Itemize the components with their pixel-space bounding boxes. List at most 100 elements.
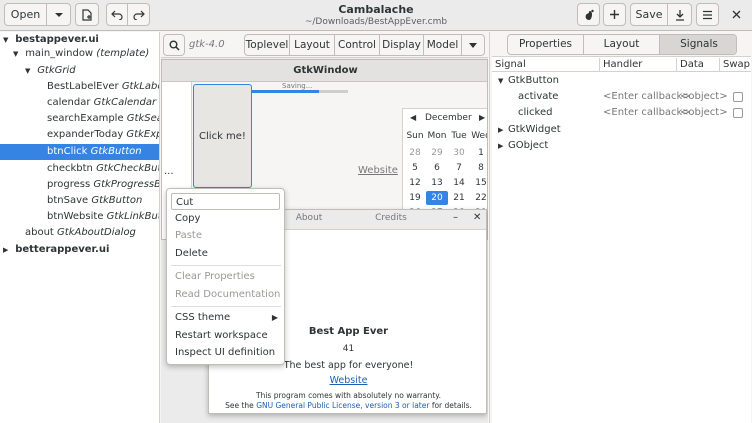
add-button[interactable] xyxy=(603,3,626,26)
undo-button[interactable] xyxy=(106,3,128,26)
redo-button[interactable] xyxy=(128,3,150,26)
chevron-down-icon xyxy=(469,42,477,48)
signal-row[interactable]: clicked <Enter callback> <object> xyxy=(492,105,751,121)
tab-signals[interactable]: Signals xyxy=(660,35,736,54)
signal-name: GtkWidget xyxy=(508,124,561,135)
calendar-day[interactable]: 21 xyxy=(448,191,470,205)
open-button[interactable]: Open xyxy=(4,3,47,26)
tree-row[interactable]: BestLabelEver GtkLabel xyxy=(0,79,159,95)
close-window-button[interactable] xyxy=(725,3,747,26)
tree-row[interactable]: ▶ betterappever.ui xyxy=(0,242,159,258)
menu-item-restart-workspace[interactable]: Restart workspace xyxy=(167,327,286,344)
website-link-button[interactable]: Website xyxy=(358,165,398,176)
prev-month-icon[interactable]: ◀ xyxy=(410,113,416,122)
calendar-day[interactable]: 19 xyxy=(404,191,426,205)
open-menu-button[interactable] xyxy=(47,3,71,26)
about-tab-about[interactable]: About xyxy=(279,213,339,223)
click-me-button[interactable]: Click me! xyxy=(193,84,252,188)
data-field[interactable]: <object> xyxy=(680,105,728,121)
export-button[interactable] xyxy=(668,3,692,26)
menu-item-copy[interactable]: Copy xyxy=(167,210,286,227)
tree-row[interactable]: searchExample GtkSearch xyxy=(0,111,159,127)
close-icon xyxy=(732,10,741,19)
swap-checkbox[interactable] xyxy=(733,92,743,102)
calendar-day-of-week: Sun xyxy=(406,131,424,141)
tree-row[interactable]: btnWebsite GtkLinkButto xyxy=(0,209,159,225)
signal-group-row[interactable]: ▼ GtkButton xyxy=(492,73,751,89)
menu-item-clear-properties[interactable]: Clear Properties xyxy=(167,268,286,285)
calendar-day[interactable]: 5 xyxy=(404,161,426,175)
expand-arrow-icon[interactable]: ▶ xyxy=(498,138,508,154)
close-icon[interactable]: ✕ xyxy=(473,212,481,223)
tabs-more-button[interactable] xyxy=(462,34,485,56)
signal-row[interactable]: activate <Enter callback> <object> xyxy=(492,89,751,105)
search-button[interactable] xyxy=(163,34,185,56)
tree-row[interactable]: progress GtkProgressBar xyxy=(0,177,159,193)
tree-row[interactable]: ▼ GtkGrid xyxy=(0,63,159,79)
license-link[interactable]: GNU General Public License, version 3 or… xyxy=(256,401,429,410)
tab-toplevel[interactable]: Toplevel xyxy=(244,34,290,56)
next-month-icon[interactable]: ▶ xyxy=(479,113,485,122)
minimize-icon[interactable]: – xyxy=(453,212,458,223)
tab-model[interactable]: Model xyxy=(424,34,462,56)
calendar-day[interactable]: 14 xyxy=(448,176,470,190)
menu-item-inspect-ui[interactable]: Inspect UI definition xyxy=(167,344,286,361)
about-license: See the GNU General Public License, vers… xyxy=(209,401,486,410)
tree-row[interactable]: checkbtn GtkCheckButton xyxy=(0,161,159,177)
column-handler[interactable]: Handler xyxy=(600,58,677,72)
gtk-window-title: GtkWindow xyxy=(162,60,487,82)
column-signal[interactable]: Signal xyxy=(492,58,600,72)
expand-arrow-icon[interactable]: ▼ xyxy=(13,46,22,62)
signal-group-row[interactable]: ▶ GtkWidget xyxy=(492,122,751,138)
tree-row[interactable]: about GtkAboutDialog xyxy=(0,225,159,241)
tab-layout[interactable]: Layout xyxy=(290,34,335,56)
menu-item-delete[interactable]: Delete xyxy=(167,245,286,262)
new-file-button[interactable] xyxy=(75,3,99,26)
handler-field[interactable]: <Enter callback> xyxy=(603,89,691,105)
signals-header: Signal Handler Data Swap xyxy=(492,57,751,72)
menu-item-read-documentation[interactable]: Read Documentation xyxy=(167,286,286,303)
tree-row[interactable]: expanderToday GtkExpan xyxy=(0,127,159,143)
expand-arrow-icon[interactable]: ▶ xyxy=(498,122,508,138)
tree-row-label: main_window xyxy=(25,48,97,59)
expand-arrow-icon[interactable]: ▶ xyxy=(3,242,12,258)
calendar-day[interactable]: 7 xyxy=(448,161,470,175)
tab-layout[interactable]: Layout xyxy=(584,35,660,54)
tree-row-selected[interactable]: btnClick GtkButton xyxy=(0,144,159,160)
tab-display[interactable]: Display xyxy=(380,34,424,56)
gnome-button[interactable] xyxy=(577,3,600,26)
calendar-day[interactable]: 12 xyxy=(404,176,426,190)
tree-row[interactable]: ▼ main_window (template) xyxy=(0,46,159,62)
main-menu-button[interactable] xyxy=(696,3,719,26)
calendar-day[interactable]: 1 xyxy=(470,146,487,160)
calendar-day[interactable]: 22 xyxy=(470,191,487,205)
about-website-link[interactable]: Website xyxy=(209,375,486,386)
menu-item-paste[interactable]: Paste xyxy=(167,227,286,244)
signal-group-row[interactable]: ▶ GObject xyxy=(492,138,751,154)
swap-checkbox[interactable] xyxy=(733,108,743,118)
about-tab-credits[interactable]: Credits xyxy=(361,213,421,223)
tree-row[interactable]: btnSave GtkButton xyxy=(0,193,159,209)
menu-item-css-theme[interactable]: CSS theme ▶ xyxy=(167,309,286,326)
data-field[interactable]: <object> xyxy=(680,89,728,105)
handler-field[interactable]: <Enter callback> xyxy=(603,105,691,121)
header-bar: Open Cambalache ~/Downloads/BestAppEver.… xyxy=(0,0,752,31)
column-swap[interactable]: Swap xyxy=(720,58,751,72)
calendar-day[interactable]: 28 xyxy=(404,146,426,160)
calendar-day[interactable]: 6 xyxy=(426,161,448,175)
expand-arrow-icon[interactable]: ▼ xyxy=(25,63,34,79)
tab-control[interactable]: Control xyxy=(335,34,380,56)
save-button[interactable]: Save xyxy=(630,3,668,26)
tree-row[interactable]: calendar GtkCalendar xyxy=(0,95,159,111)
calendar-day[interactable]: 8 xyxy=(470,161,487,175)
calendar-day[interactable]: 30 xyxy=(448,146,470,160)
menu-item-label: Read Documentation xyxy=(175,289,281,300)
column-data[interactable]: Data xyxy=(677,58,720,72)
calendar-day[interactable]: 20 xyxy=(426,191,448,205)
calendar-day[interactable]: 29 xyxy=(426,146,448,160)
calendar-day[interactable]: 15 xyxy=(470,176,487,190)
calendar-day[interactable]: 13 xyxy=(426,176,448,190)
expand-arrow-icon[interactable]: ▼ xyxy=(498,73,508,89)
menu-item-cut[interactable]: Cut xyxy=(171,193,280,210)
tab-properties[interactable]: Properties xyxy=(508,35,584,54)
